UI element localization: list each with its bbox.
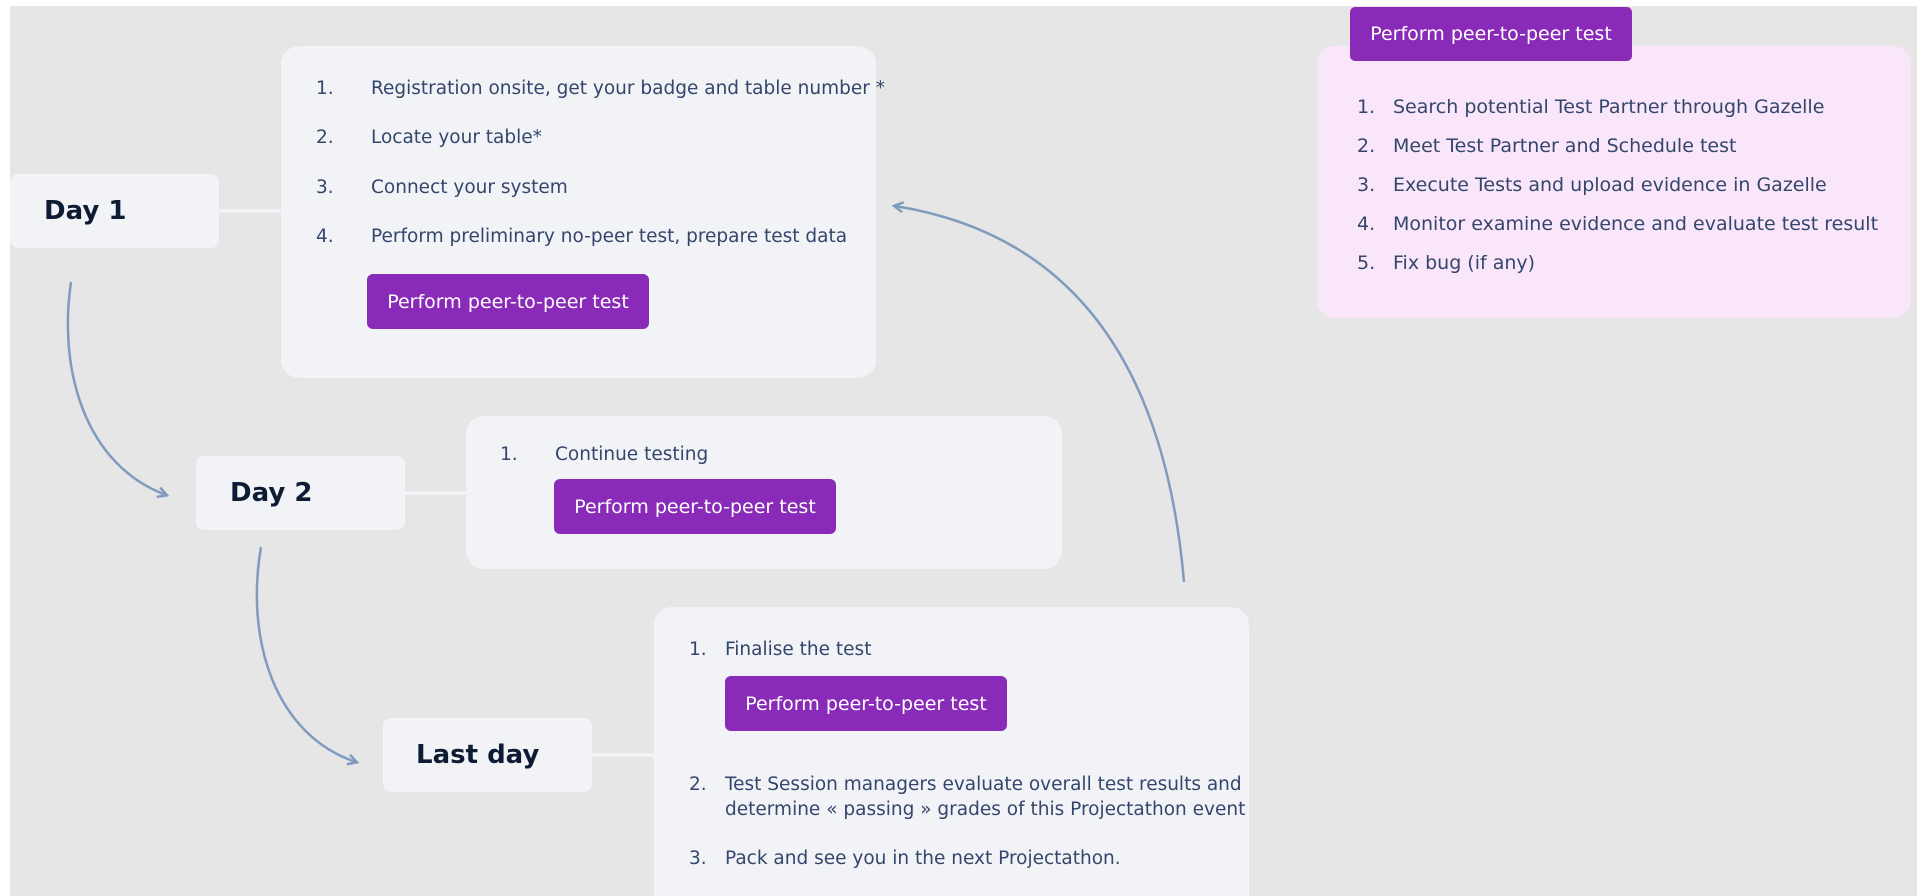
last-day-peer-test-button[interactable]: Perform peer-to-peer test <box>725 676 1007 731</box>
day-1-box: Day 1 <box>10 174 219 248</box>
peer-test-steps-panel: 1. Search potential Test Partner through… <box>1317 46 1911 318</box>
last-day-box: Last day <box>383 718 592 792</box>
day-1-peer-test-button[interactable]: Perform peer-to-peer test <box>367 274 649 329</box>
last-day-card: 1. Finalise the test Perform peer-to-pee… <box>654 607 1249 896</box>
day-1-label: Day 1 <box>44 196 127 226</box>
day-2-box: Day 2 <box>196 456 405 530</box>
day-2-card: 1. Continue testing Perform peer-to-peer… <box>466 416 1062 569</box>
day-2-peer-test-button[interactable]: Perform peer-to-peer test <box>554 479 836 534</box>
day-1-card: 1. Registration onsite, get your badge a… <box>281 46 885 378</box>
last-day-label: Last day <box>416 740 540 770</box>
peer-test-panel-title: Perform peer-to-peer test <box>1350 7 1632 61</box>
day-2-label: Day 2 <box>230 478 313 508</box>
